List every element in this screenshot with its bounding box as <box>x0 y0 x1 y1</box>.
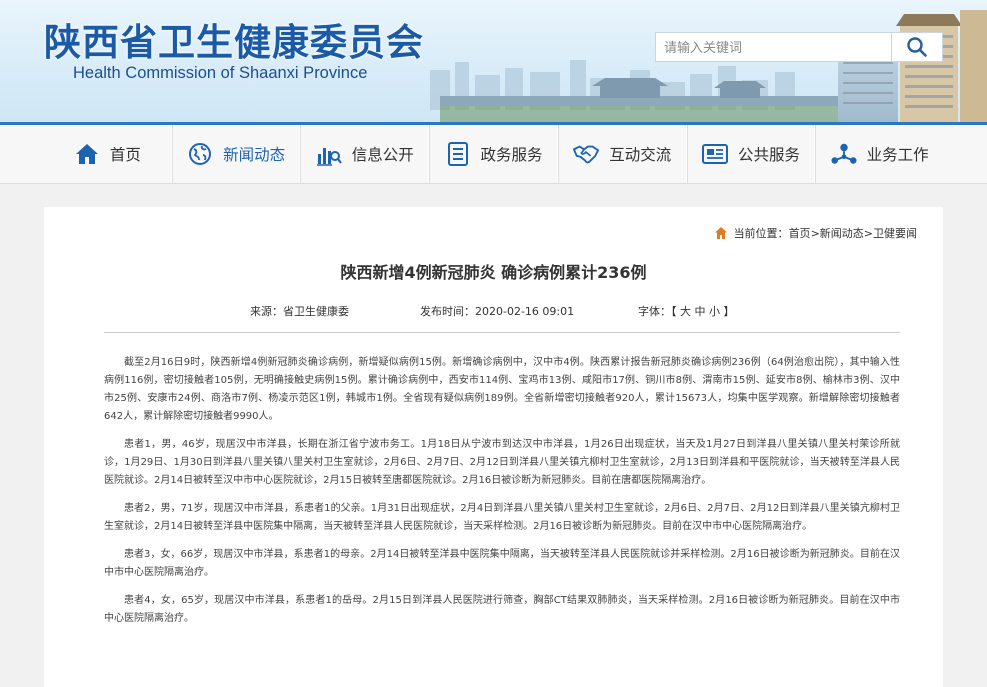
nav-item-home[interactable]: 首页 <box>44 125 172 183</box>
nav-item-public-services[interactable]: 公共服务 <box>686 125 816 183</box>
article-title: 陕西新增4例新冠肺炎 确诊病例累计236例 <box>340 263 647 282</box>
nav-label: 公共服务 <box>737 146 800 164</box>
site-logo-english: Health Commission of Shaanxi Province <box>73 64 368 82</box>
main-nav: 首页 新闻动态 信息公开 政务服务 互动交流 公共服务 业务工作 <box>0 125 987 184</box>
nav-label: 信息公开 <box>351 146 414 164</box>
nav-item-interaction[interactable]: 互动交流 <box>557 125 687 183</box>
breadcrumb-home-link[interactable]: 首页 <box>789 225 811 241</box>
nav-label: 业务工作 <box>866 146 929 164</box>
breadcrumb-health-news-link[interactable]: 卫健要闻 <box>873 225 917 241</box>
breadcrumb: 当前位置： 首页 > 新闻动态 > 卫健要闻 <box>714 225 917 241</box>
article-container: 当前位置： 首页 > 新闻动态 > 卫健要闻 陕西新增4例新冠肺炎 确诊病例累计… <box>44 207 943 687</box>
search-input[interactable] <box>655 32 891 62</box>
breadcrumb-prefix: 当前位置： <box>733 227 789 240</box>
article-body: 截至2月16日9时，陕西新增4例新冠肺炎确诊病例，新增疑似病例15例。新增确诊病… <box>104 354 900 638</box>
article-paragraph: 患者4，女，65岁，现居汉中市洋县，系患者1的岳母。2月15日到洋县人民医院进行… <box>104 595 900 624</box>
article-paragraph: 患者1，男，46岁，现居汉中市洋县，长期在浙江省宁波市务工。1月18日从宁波市到… <box>104 439 900 486</box>
nav-item-gov-services[interactable]: 政务服务 <box>429 125 558 183</box>
nav-item-news[interactable]: 新闻动态 <box>171 125 301 183</box>
globe-icon <box>187 141 213 167</box>
site-logo-chinese[interactable]: 陕西省卫生健康委员会 <box>44 12 424 66</box>
newspaper-icon <box>701 141 728 167</box>
meta-divider <box>104 332 900 333</box>
document-icon <box>445 141 471 167</box>
search-icon <box>907 37 927 57</box>
article-source: 来源：省卫生健康委 <box>250 305 349 318</box>
nav-label: 新闻动态 <box>223 146 286 164</box>
chart-search-icon <box>316 141 342 167</box>
article-publish-time: 发布时间：2020-02-16 09:01 <box>420 305 575 318</box>
home-icon <box>714 227 727 239</box>
article-meta: 来源：省卫生健康委 发布时间：2020-02-16 09:01 字体：【 大 中… <box>44 303 943 323</box>
nav-label: 首页 <box>109 146 141 164</box>
article-paragraph: 截至2月16日9时，陕西新增4例新冠肺炎确诊病例，新增疑似病例15例。新增确诊病… <box>104 357 900 422</box>
nav-label: 互动交流 <box>609 146 672 164</box>
handshake-icon <box>573 141 600 167</box>
search-bar <box>655 32 943 62</box>
nav-label: 政务服务 <box>480 146 543 164</box>
home-icon <box>74 141 100 167</box>
network-icon <box>831 141 857 167</box>
nav-item-business-work[interactable]: 业务工作 <box>815 125 943 183</box>
breadcrumb-separator: > <box>863 226 873 240</box>
nav-item-info-disclosure[interactable]: 信息公开 <box>300 125 430 183</box>
site-header: 陕西省卫生健康委员会 Health Commission of Shaanxi … <box>0 0 987 124</box>
font-size-selector[interactable]: 字体：【 大 中 小 】 <box>638 303 735 319</box>
breadcrumb-separator: > <box>810 226 820 240</box>
search-button[interactable] <box>891 32 943 62</box>
article-paragraph: 患者3，女，66岁，现居汉中市洋县，系患者1的母亲。2月14日被转至洋县中医院集… <box>104 549 900 578</box>
breadcrumb-news-link[interactable]: 新闻动态 <box>820 225 864 241</box>
article-paragraph: 患者2，男，71岁，现居汉中市洋县，系患者1的父亲。1月31日出现症状，2月4日… <box>104 503 900 532</box>
